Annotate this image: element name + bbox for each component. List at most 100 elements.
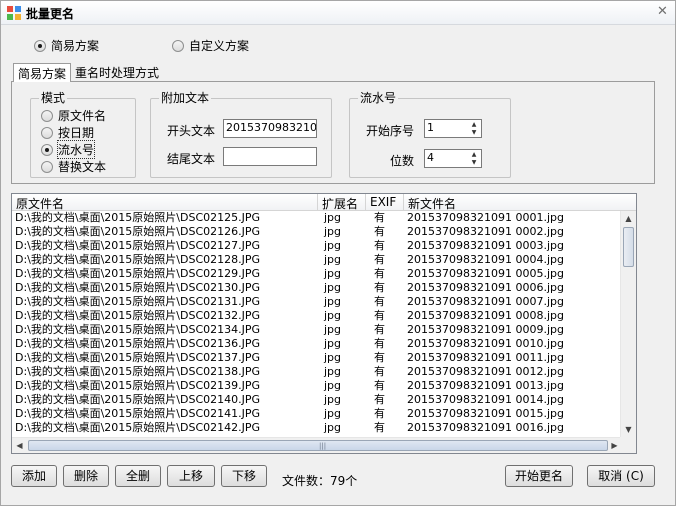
scroll-up-icon[interactable]: ▲ (621, 211, 636, 226)
cancel-button[interactable]: 取消 (C) (587, 465, 655, 487)
table-row[interactable]: D:\我的文档\桌面\2015原始照片\DSC02137.JPG jpg 有 2015… (12, 351, 636, 365)
scrollbar-corner (620, 437, 636, 453)
spin-down-icon[interactable]: ▼ (468, 159, 480, 167)
table-row[interactable]: D:\我的文档\桌面\2015原始照片\DSC02126.JPG jpg 有 2015… (12, 225, 636, 239)
cell-original-name: D:\我的文档\桌面\2015原始照片\DSC02125.JPG (15, 211, 261, 224)
cell-exif: 有 (374, 211, 385, 224)
digits-stepper[interactable]: 4 ▲ ▼ (424, 149, 482, 168)
radio-button-icon[interactable] (172, 39, 184, 52)
tab-duplicate-handling[interactable]: 重名时处理方式 (71, 63, 163, 81)
spin-up-icon[interactable]: ▲ (468, 121, 480, 129)
cell-original-name: D:\我的文档\桌面\2015原始照片\DSC02134.JPG (15, 323, 261, 336)
mode-legend: 模式 (39, 91, 68, 105)
table-row[interactable]: D:\我的文档\桌面\2015原始照片\DSC02127.JPG jpg 有 2015… (12, 239, 636, 253)
delete-all-button[interactable]: 全删 (115, 465, 161, 487)
digits-value: 4 (427, 151, 434, 164)
radio-custom-scheme[interactable]: 自定义方案 (172, 37, 249, 54)
suffix-label: 结尾文本 (167, 152, 216, 166)
spin-buttons[interactable]: ▲ ▼ (468, 121, 480, 136)
column-new-name[interactable]: 新文件名 (404, 194, 636, 211)
cell-original-name: D:\我的文档\桌面\2015原始照片\DSC02131.JPG (15, 295, 261, 308)
table-row[interactable]: D:\我的文档\桌面\2015原始照片\DSC02138.JPG jpg 有 2015… (12, 365, 636, 379)
table-row[interactable]: D:\我的文档\桌面\2015原始照片\DSC02136.JPG jpg 有 2015… (12, 337, 636, 351)
digits-label: 位数 (390, 154, 415, 168)
delete-button[interactable]: 删除 (63, 465, 109, 487)
cell-extension: jpg (324, 253, 342, 266)
radio-button-icon[interactable] (34, 39, 46, 52)
mode-option-replace[interactable]: 替换文本 (41, 158, 106, 175)
start-number-stepper[interactable]: 1 ▲ ▼ (424, 119, 482, 138)
radio-button-icon[interactable] (41, 109, 53, 122)
cell-new-name: 201537098321091 0015.jpg (407, 407, 564, 420)
addtext-legend: 附加文本 (159, 91, 212, 105)
table-row[interactable]: D:\我的文档\桌面\2015原始照片\DSC02131.JPG jpg 有 2015… (12, 295, 636, 309)
radio-button-icon[interactable] (41, 126, 53, 139)
prefix-input[interactable]: 201537098321091 (223, 119, 317, 138)
table-row[interactable]: D:\我的文档\桌面\2015原始照片\DSC02128.JPG jpg 有 2015… (12, 253, 636, 267)
cell-exif: 有 (374, 239, 385, 252)
radio-custom-scheme-label: 自定义方案 (189, 39, 250, 53)
mode-option-label: 替换文本 (58, 160, 107, 174)
column-original-name[interactable]: 原文件名 (12, 194, 318, 211)
horizontal-scroll-thumb[interactable]: ||| (28, 440, 608, 451)
tab-simple-scheme[interactable]: 简易方案 (13, 63, 72, 82)
cell-extension: jpg (324, 379, 342, 392)
mode-option-original[interactable]: 原文件名 (41, 107, 106, 124)
table-row[interactable]: D:\我的文档\桌面\2015原始照片\DSC02140.JPG jpg 有 2015… (12, 393, 636, 407)
column-extension[interactable]: 扩展名 (318, 194, 366, 211)
horizontal-scrollbar[interactable]: ◀ ||| ▶ (12, 437, 622, 453)
title-bar: 批量更名 ✕ (1, 1, 675, 25)
cell-exif: 有 (374, 407, 385, 420)
serial-legend: 流水号 (358, 91, 399, 105)
cell-new-name: 201537098321091 0009.jpg (407, 323, 564, 336)
spin-down-icon[interactable]: ▼ (468, 129, 480, 137)
table-row[interactable]: D:\我的文档\桌面\2015原始照片\DSC02129.JPG jpg 有 2015… (12, 267, 636, 281)
table-row[interactable]: D:\我的文档\桌面\2015原始照片\DSC02125.JPG jpg 有 2015… (12, 211, 636, 225)
mode-group: 模式 原文件名 按日期 流水号 替换文本 (30, 91, 136, 178)
cell-new-name: 201537098321091 0016.jpg (407, 421, 564, 434)
cell-extension: jpg (324, 211, 342, 224)
cell-exif: 有 (374, 393, 385, 406)
table-row[interactable]: D:\我的文档\桌面\2015原始照片\DSC02132.JPG jpg 有 2015… (12, 309, 636, 323)
cell-new-name: 201537098321091 0012.jpg (407, 365, 564, 378)
spin-buttons[interactable]: ▲ ▼ (468, 151, 480, 166)
scroll-left-icon[interactable]: ◀ (12, 438, 27, 453)
spin-up-icon[interactable]: ▲ (468, 151, 480, 159)
column-exif[interactable]: EXIF (366, 194, 404, 211)
table-row[interactable]: D:\我的文档\桌面\2015原始照片\DSC02141.JPG jpg 有 2015… (12, 407, 636, 421)
add-button[interactable]: 添加 (11, 465, 57, 487)
table-row[interactable]: D:\我的文档\桌面\2015原始照片\DSC02134.JPG jpg 有 2015… (12, 323, 636, 337)
cell-exif: 有 (374, 267, 385, 280)
move-up-button[interactable]: 上移 (167, 465, 215, 487)
cell-extension: jpg (324, 351, 342, 364)
mode-option-date[interactable]: 按日期 (41, 124, 94, 141)
tab-panel-simple: 模式 原文件名 按日期 流水号 替换文本 附加文本 开头文本 201537098… (11, 81, 655, 184)
cell-original-name: D:\我的文档\桌面\2015原始照片\DSC02137.JPG (15, 351, 261, 364)
radio-button-icon[interactable] (41, 143, 53, 156)
vertical-scroll-thumb[interactable] (623, 227, 634, 267)
cell-original-name: D:\我的文档\桌面\2015原始照片\DSC02129.JPG (15, 267, 261, 280)
table-row[interactable]: D:\我的文档\桌面\2015原始照片\DSC02139.JPG jpg 有 2015… (12, 379, 636, 393)
scroll-down-icon[interactable]: ▼ (621, 422, 636, 437)
cell-original-name: D:\我的文档\桌面\2015原始照片\DSC02127.JPG (15, 239, 261, 252)
table-row[interactable]: D:\我的文档\桌面\2015原始照片\DSC02142.JPG jpg 有 2015… (12, 421, 636, 435)
close-icon[interactable]: ✕ (656, 5, 669, 19)
file-count: 文件数：79个 (282, 474, 358, 488)
cell-new-name: 201537098321091 0013.jpg (407, 379, 564, 392)
mode-option-serial[interactable]: 流水号 (41, 140, 96, 159)
table-row[interactable]: D:\我的文档\桌面\2015原始照片\DSC02130.JPG jpg 有 2015… (12, 281, 636, 295)
file-list[interactable]: 原文件名 扩展名 EXIF 新文件名 D:\我的文档\桌面\2015原始照片\D… (11, 193, 637, 454)
cell-exif: 有 (374, 225, 385, 238)
start-rename-button[interactable]: 开始更名 (505, 465, 573, 487)
move-down-button[interactable]: 下移 (221, 465, 267, 487)
mode-option-label: 原文件名 (58, 109, 107, 123)
rename-dialog: 批量更名 ✕ 简易方案 自定义方案 简易方案 重名时处理方式 模式 原文件名 按… (0, 0, 676, 506)
radio-simple-scheme[interactable]: 简易方案 (34, 37, 99, 54)
tab-strip: 简易方案 重名时处理方式 (13, 63, 163, 82)
cell-extension: jpg (324, 225, 342, 238)
vertical-scrollbar[interactable]: ▲ ▼ (620, 211, 636, 437)
radio-button-icon[interactable] (41, 160, 53, 173)
file-list-body: D:\我的文档\桌面\2015原始照片\DSC02125.JPG jpg 有 2015… (12, 211, 636, 435)
suffix-input[interactable] (223, 147, 317, 166)
cell-extension: jpg (324, 239, 342, 252)
